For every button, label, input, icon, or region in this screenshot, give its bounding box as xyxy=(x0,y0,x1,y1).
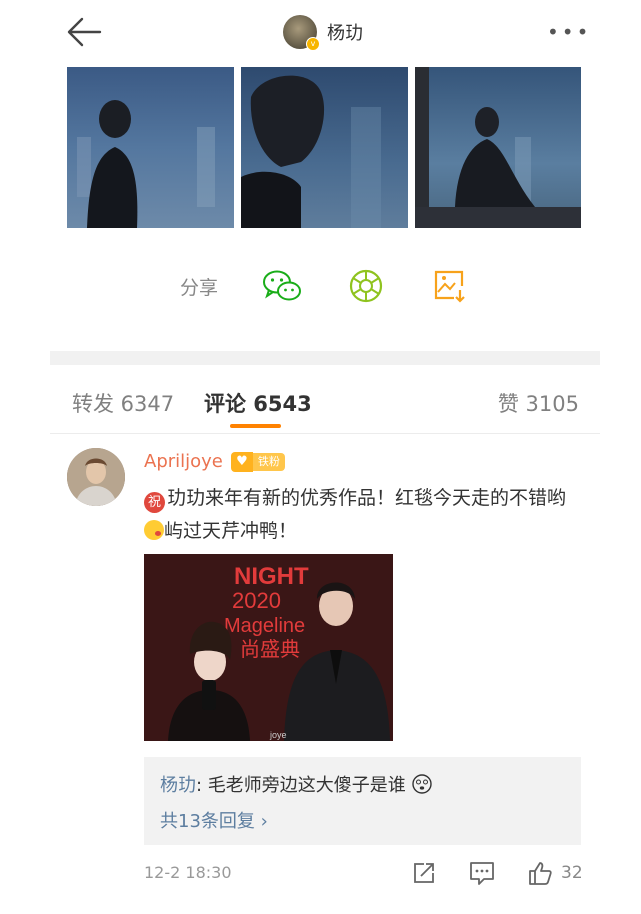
moments-icon xyxy=(349,269,383,303)
comment-avatar[interactable] xyxy=(67,448,125,506)
top-bar: v 杨玏 ••• xyxy=(50,0,600,66)
like-comment-button[interactable]: 32 xyxy=(527,858,583,888)
reply-box[interactable]: 杨玏: 毛老师旁边这大傻子是谁 共13条回复 › xyxy=(144,757,581,845)
kiss-emoji-icon xyxy=(144,520,164,540)
post-photo-2[interactable] xyxy=(241,67,408,228)
comment-time: 12-2 18:30 xyxy=(144,863,232,882)
tab-like[interactable]: 赞 3105 xyxy=(498,388,579,418)
photo-text-year: 2020 xyxy=(232,588,281,613)
section-divider xyxy=(50,351,600,365)
photo-watermark: joye xyxy=(269,730,287,740)
save-image-icon xyxy=(434,270,465,303)
verified-icon: v xyxy=(306,37,320,51)
share-label: 分享 xyxy=(180,276,219,299)
fan-badge-label: 铁粉 xyxy=(252,452,285,471)
photo-text-chinese: 尚盛典 xyxy=(240,637,300,661)
post-photo-3[interactable] xyxy=(415,67,581,228)
view-replies-link[interactable]: 共13条回复 › xyxy=(160,807,268,833)
post-photo-1[interactable] xyxy=(67,67,234,228)
arrow-left-icon xyxy=(67,17,102,47)
blessing-badge: 祝 xyxy=(144,492,165,513)
active-tab-indicator xyxy=(230,424,281,428)
share-row: 分享 xyxy=(180,266,514,306)
tab-comment[interactable]: 评论 6543 xyxy=(204,388,312,418)
interaction-tabs: 转发 6347 评论 6543 赞 3105 xyxy=(50,366,600,432)
title-area[interactable]: v 杨玏 xyxy=(283,12,363,52)
comment-user-row: Apriljoye ♥ 铁粉 xyxy=(144,451,285,472)
share-wechat-button[interactable] xyxy=(262,266,302,306)
tab-repost[interactable]: 转发 6347 xyxy=(72,388,174,418)
avatar: v xyxy=(283,15,320,51)
reply-author[interactable]: 杨玏 xyxy=(160,775,196,796)
share-icon xyxy=(414,863,434,883)
dizzy-emoji-icon xyxy=(411,774,432,794)
comment-icon xyxy=(470,862,494,885)
heart-icon: ♥ xyxy=(230,451,253,472)
thumbs-up-icon xyxy=(529,862,552,885)
photo-text-night: NIGHT xyxy=(234,563,309,590)
reply-line: 杨玏: 毛老师旁边这大傻子是谁 xyxy=(160,771,432,797)
wechat-icon xyxy=(263,270,302,301)
share-comment-button[interactable] xyxy=(411,858,437,888)
reply-comment-button[interactable] xyxy=(468,858,496,888)
photo-text-mageline: Mageline xyxy=(224,615,305,637)
comment-username[interactable]: Apriljoye xyxy=(144,451,223,472)
back-button[interactable] xyxy=(64,14,104,50)
comment-text: 祝玏玏来年有新的优秀作品！红毯今天走的不错哟屿过天芹冲鸭！ xyxy=(144,482,584,548)
comment-text-part1: 玏玏来年有新的优秀作品！红毯今天走的不错哟 xyxy=(167,487,567,509)
page-title: 杨玏 xyxy=(327,23,363,44)
divider xyxy=(50,433,600,434)
comment-text-part2: 屿过天芹冲鸭！ xyxy=(164,520,298,542)
reply-text: : 毛老师旁边这大傻子是谁 xyxy=(196,775,406,796)
more-button[interactable]: ••• xyxy=(547,22,588,42)
share-moments-button[interactable] xyxy=(346,266,386,306)
comment-image[interactable]: NIGHT 2020 Mageline 尚盛典 joye xyxy=(144,554,393,741)
fan-badge: ♥ 铁粉 xyxy=(230,451,285,472)
save-image-button[interactable] xyxy=(430,266,470,306)
like-count: 32 xyxy=(561,863,583,883)
